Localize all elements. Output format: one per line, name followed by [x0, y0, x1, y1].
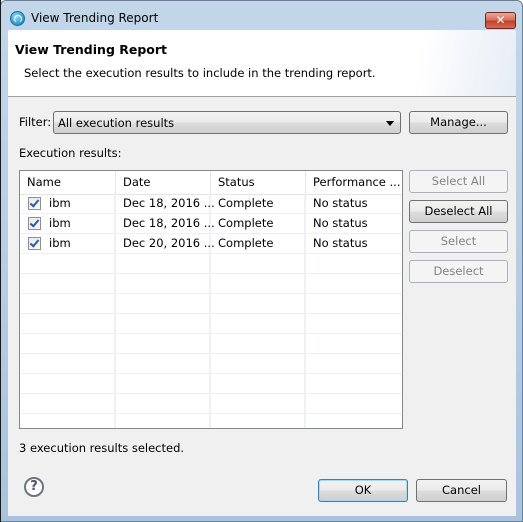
empty-cell	[116, 334, 211, 353]
row-checkbox[interactable]	[28, 197, 41, 210]
empty-cell	[20, 314, 116, 333]
empty-cell	[20, 374, 116, 393]
performance-cell: No status	[313, 236, 368, 250]
empty-cell	[211, 254, 306, 273]
empty-cell	[211, 294, 306, 313]
deselect-all-button[interactable]: Deselect All	[409, 200, 508, 223]
name-text: ibm	[49, 196, 71, 210]
empty-table-row	[20, 414, 402, 428]
window-title: View Trending Report	[31, 11, 159, 25]
dialog-header: View Trending Report Select the executio…	[8, 30, 516, 97]
empty-table-row	[20, 394, 402, 414]
table-row[interactable]: ibm Dec 18, 2016 ... Complete No status	[20, 194, 402, 214]
empty-cell	[116, 414, 211, 428]
empty-cell	[116, 314, 211, 333]
chevron-down-icon	[386, 121, 394, 126]
window-edge	[0, 0, 1, 522]
empty-cell	[306, 354, 402, 373]
empty-cell	[20, 294, 116, 313]
select-all-button[interactable]: Select All	[409, 170, 508, 193]
help-icon[interactable]: ?	[24, 477, 44, 497]
filter-dropdown[interactable]: All execution results	[53, 111, 401, 134]
table-row[interactable]: ibm Dec 18, 2016 ... Complete No status	[20, 214, 402, 234]
selection-status: 3 execution results selected.	[19, 441, 185, 455]
empty-cell	[211, 274, 306, 293]
empty-cell	[20, 274, 116, 293]
date-cell: Dec 18, 2016 ...	[116, 194, 215, 213]
empty-cell	[211, 374, 306, 393]
empty-cell	[306, 274, 402, 293]
empty-cell	[306, 254, 402, 273]
empty-table-row	[20, 314, 402, 334]
app-icon	[10, 11, 25, 26]
filter-selected-value: All execution results	[58, 116, 175, 130]
empty-cell	[116, 274, 211, 293]
manage-button[interactable]: Manage...	[409, 111, 508, 134]
empty-cell	[306, 314, 402, 333]
performance-cell: No status	[313, 196, 368, 210]
column-header-performance[interactable]: Performance ...	[306, 171, 402, 194]
status-cell: Complete	[211, 214, 306, 233]
empty-cell	[211, 394, 306, 413]
select-button[interactable]: Select	[409, 230, 508, 253]
name-cell: ibm	[20, 234, 116, 253]
column-header-date[interactable]: Date	[116, 171, 211, 194]
empty-table-row	[20, 374, 402, 394]
execution-results-table[interactable]: Name Date Status Performance ... ibm Dec …	[19, 170, 403, 429]
name-cell: ibm	[20, 194, 116, 213]
filter-label: Filter:	[19, 115, 52, 129]
close-button[interactable]: ✕	[485, 12, 516, 29]
column-header-name[interactable]: Name	[20, 171, 116, 194]
empty-cell	[20, 394, 116, 413]
deselect-button[interactable]: Deselect	[409, 260, 508, 283]
close-icon: ✕	[495, 13, 506, 27]
empty-table-row	[20, 294, 402, 314]
empty-cell	[116, 294, 211, 313]
empty-cell	[211, 314, 306, 333]
empty-cell	[20, 254, 116, 273]
status-cell: Complete	[211, 194, 306, 213]
empty-cell	[211, 354, 306, 373]
empty-table-row	[20, 354, 402, 374]
dialog-client: View Trending Report Select the executio…	[8, 30, 516, 516]
header-description: Select the execution results to include …	[24, 66, 376, 80]
row-checkbox[interactable]	[28, 217, 41, 230]
empty-cell	[116, 254, 211, 273]
table-header: Name Date Status Performance ...	[20, 171, 402, 195]
empty-cell	[211, 334, 306, 353]
empty-cell	[306, 414, 402, 428]
name-text: ibm	[49, 216, 71, 230]
empty-cell	[116, 394, 211, 413]
date-cell: Dec 20, 2016 ...	[116, 234, 215, 253]
execution-results-label: Execution results:	[19, 146, 122, 160]
performance-cell: No status	[313, 216, 368, 230]
empty-cell	[20, 414, 116, 428]
empty-cell	[211, 414, 306, 428]
ok-button[interactable]: OK	[318, 479, 408, 502]
empty-cell	[306, 394, 402, 413]
status-cell: Complete	[211, 234, 306, 253]
name-text: ibm	[49, 236, 71, 250]
empty-cell	[306, 334, 402, 353]
empty-table-row	[20, 334, 402, 354]
empty-cell	[306, 294, 402, 313]
table-row[interactable]: ibm Dec 20, 2016 ... Complete No status	[20, 234, 402, 254]
name-cell: ibm	[20, 214, 116, 233]
empty-table-row	[20, 254, 402, 274]
cancel-button[interactable]: Cancel	[416, 479, 507, 502]
column-header-status[interactable]: Status	[211, 171, 306, 194]
empty-cell	[116, 374, 211, 393]
empty-cell	[306, 374, 402, 393]
empty-cell	[20, 334, 116, 353]
row-checkbox[interactable]	[28, 237, 41, 250]
empty-cell	[20, 354, 116, 373]
empty-table-row	[20, 274, 402, 294]
header-title: View Trending Report	[15, 42, 168, 57]
date-cell: Dec 18, 2016 ...	[116, 214, 215, 233]
empty-cell	[116, 354, 211, 373]
